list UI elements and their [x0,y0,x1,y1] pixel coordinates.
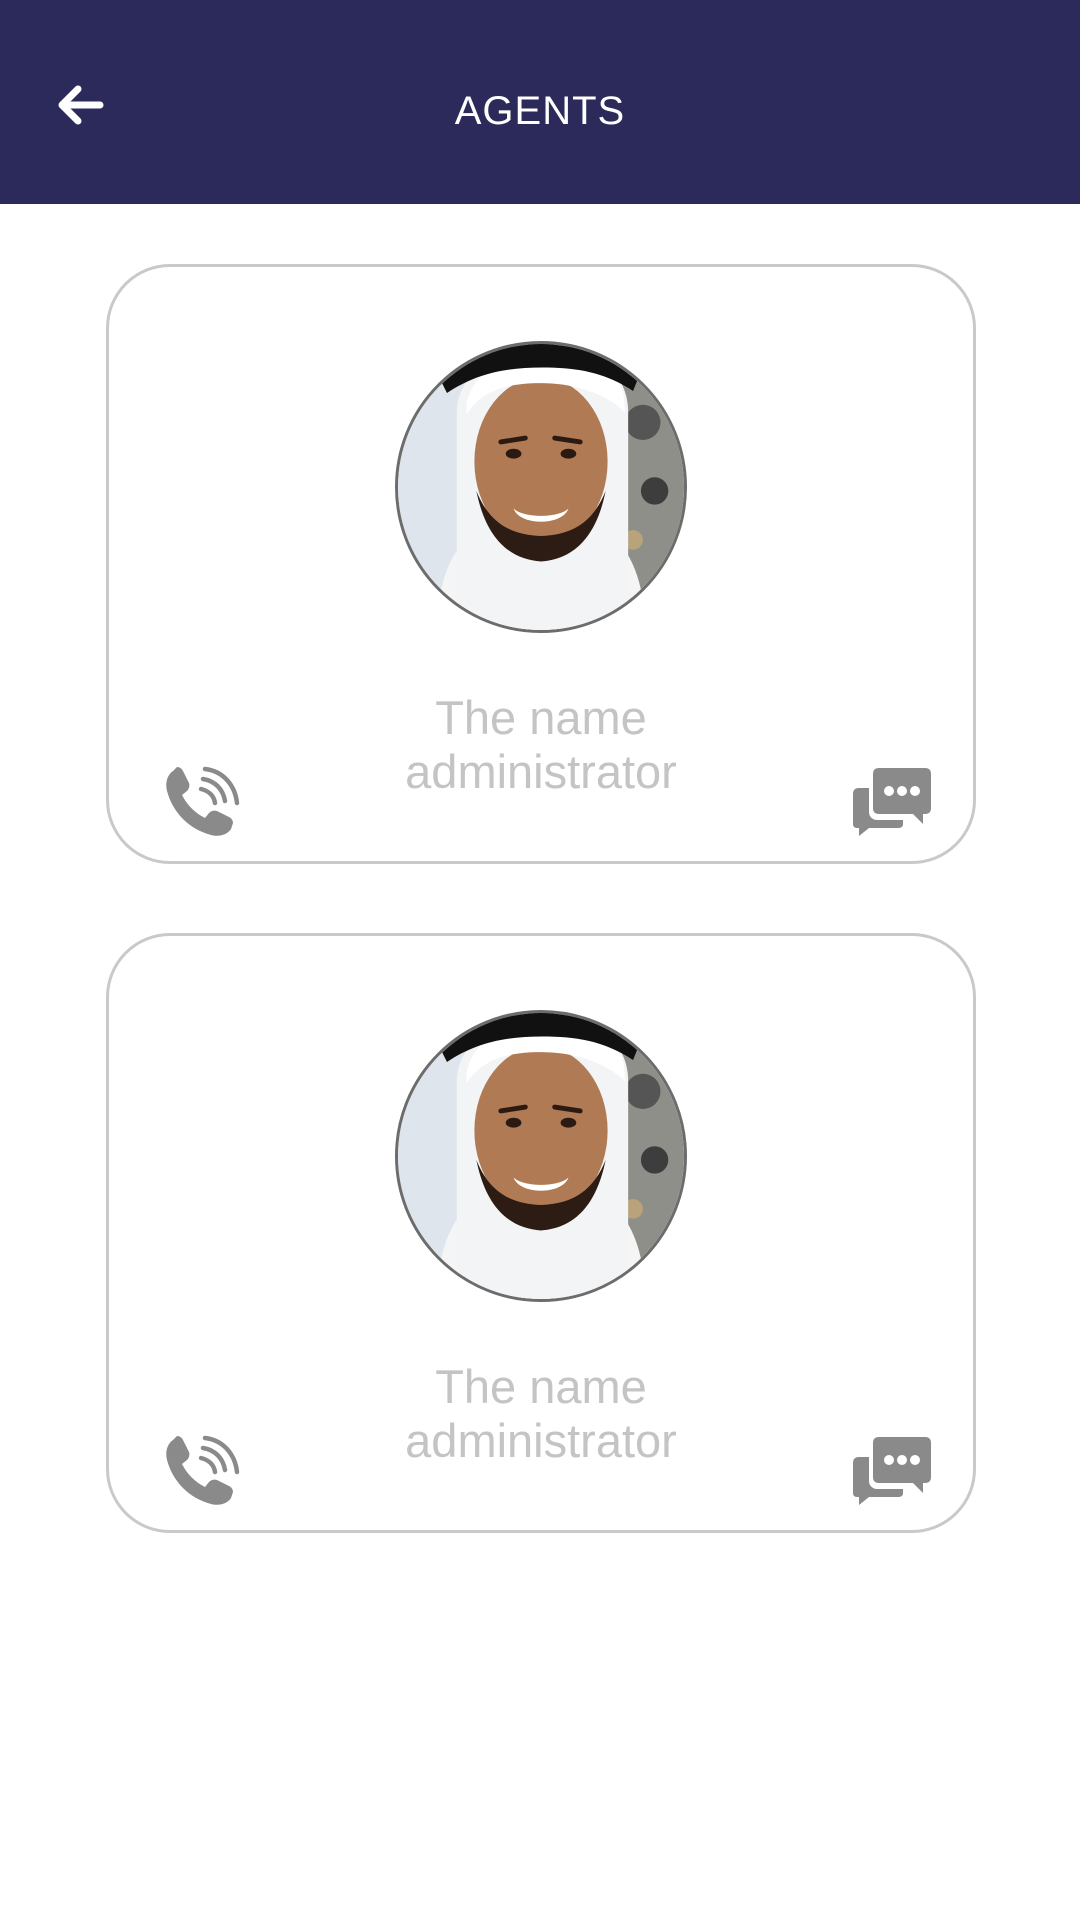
agent-avatar [395,1010,687,1302]
chat-bubbles-icon [853,768,931,836]
agent-card[interactable]: The name administrator [106,933,976,1533]
agent-photo [398,344,684,630]
agent-name-line1: The name [435,1360,647,1413]
agent-photo [398,1013,684,1299]
phone-icon [166,1435,240,1505]
phone-icon [166,766,240,836]
agent-avatar [395,341,687,633]
call-button[interactable] [159,1430,241,1512]
agent-name-line1: The name [435,691,647,744]
page-title: AGENTS [454,89,626,133]
call-button[interactable] [159,761,241,843]
chat-button[interactable] [851,1433,933,1505]
chat-bubbles-icon [853,1437,931,1505]
chat-button[interactable] [851,764,933,836]
app-bar: AGENTS [0,0,1080,204]
agent-card[interactable]: The name administrator [106,264,976,864]
